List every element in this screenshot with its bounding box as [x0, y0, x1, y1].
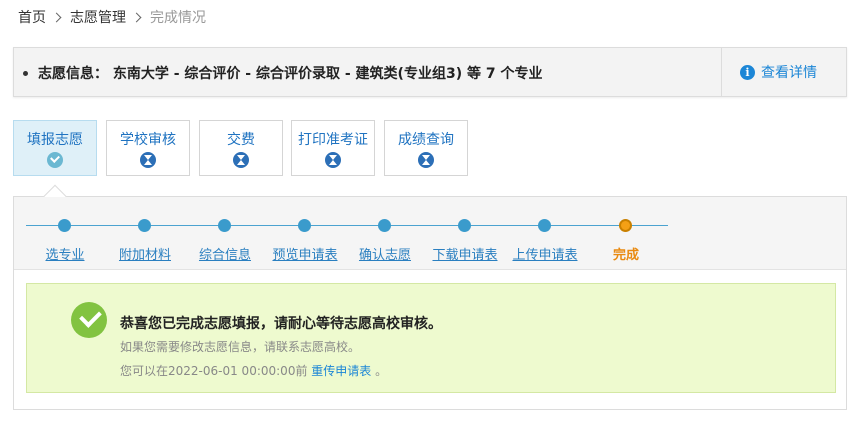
success-subtitle: 如果您需要修改志愿信息，请联系志愿高校。	[120, 340, 361, 354]
info-icon: i	[740, 64, 755, 80]
step-dot	[378, 219, 391, 232]
view-details-label: 查看详情	[761, 65, 817, 81]
hourglass-icon	[325, 152, 341, 168]
tab-print-admission-ticket[interactable]: 打印准考证	[291, 120, 375, 176]
step-line	[26, 225, 668, 226]
step-dot	[58, 219, 71, 232]
step-confirm-application[interactable]: 确认志愿	[340, 244, 430, 263]
breadcrumb-application-management[interactable]: 志愿管理	[70, 7, 126, 27]
tab-payment[interactable]: 交费	[199, 120, 283, 176]
step-preview-application[interactable]: 预览申请表	[260, 244, 350, 263]
step-select-major[interactable]: 选专业	[20, 244, 110, 263]
step-complete: 完成	[612, 248, 639, 263]
hourglass-icon	[418, 152, 434, 168]
tab-school-review[interactable]: 学校审核	[106, 120, 190, 176]
progress-panel: 选专业 附加材料 综合信息 预览申请表 确认志愿 下载申请表 上传申请表 完成 …	[13, 184, 847, 410]
tab-label: 学校审核	[120, 132, 176, 148]
resubmit-suffix: 。	[375, 364, 388, 378]
step-comprehensive-info[interactable]: 综合信息	[180, 244, 270, 263]
hourglass-icon	[140, 152, 156, 168]
application-info-bar: 志愿信息： 东南大学 - 综合评价 - 综合评价录取 - 建筑类(专业组3) 等…	[13, 47, 847, 97]
check-circle-icon	[71, 302, 107, 338]
step-dot	[538, 219, 551, 232]
tab-score-query[interactable]: 成绩查询	[384, 120, 468, 176]
chevron-right-icon	[131, 12, 142, 22]
tab-label: 成绩查询	[398, 132, 454, 148]
tab-label: 打印准考证	[298, 132, 368, 148]
breadcrumb-home[interactable]: 首页	[18, 7, 46, 27]
breadcrumb-current: 完成情况	[150, 10, 206, 26]
step-dot	[298, 219, 311, 232]
hourglass-icon	[233, 152, 249, 168]
step-download-application[interactable]: 下载申请表	[420, 244, 510, 263]
tab-label: 交费	[227, 132, 255, 148]
step-dot	[218, 219, 231, 232]
reupload-application-link[interactable]: 重传申请表	[311, 364, 371, 378]
success-title: 恭喜您已完成志愿填报，请耐心等待志愿高校审核。	[120, 316, 442, 332]
step-additional-materials[interactable]: 附加材料	[100, 244, 190, 263]
breadcrumb: 首页 志愿管理 完成情况	[18, 8, 206, 26]
step-dot	[138, 219, 151, 232]
step-dot-current	[619, 219, 632, 232]
resubmit-notice: 您可以在2022-06-01 00:00:00前 重传申请表 。	[120, 362, 387, 379]
success-message-box: 恭喜您已完成志愿填报，请耐心等待志愿高校审核。 如果您需要修改志愿信息，请联系志…	[26, 283, 836, 393]
check-icon	[47, 152, 63, 168]
step-progress: 选专业 附加材料 综合信息 预览申请表 确认志愿 下载申请表 上传申请表 完成	[14, 197, 846, 270]
view-details-link[interactable]: i 查看详情	[740, 62, 817, 82]
chevron-right-icon	[51, 12, 62, 22]
tab-label: 填报志愿	[27, 132, 83, 148]
tab-fill-application[interactable]: 填报志愿	[13, 120, 97, 176]
step-upload-application[interactable]: 上传申请表	[500, 244, 590, 263]
bullet-icon	[23, 71, 28, 76]
application-info-text: 志愿信息： 东南大学 - 综合评价 - 综合评价录取 - 建筑类(专业组3) 等…	[38, 66, 543, 82]
divider	[721, 48, 722, 96]
resubmit-deadline-text: 您可以在2022-06-01 00:00:00前	[120, 364, 308, 378]
step-dot	[458, 219, 471, 232]
